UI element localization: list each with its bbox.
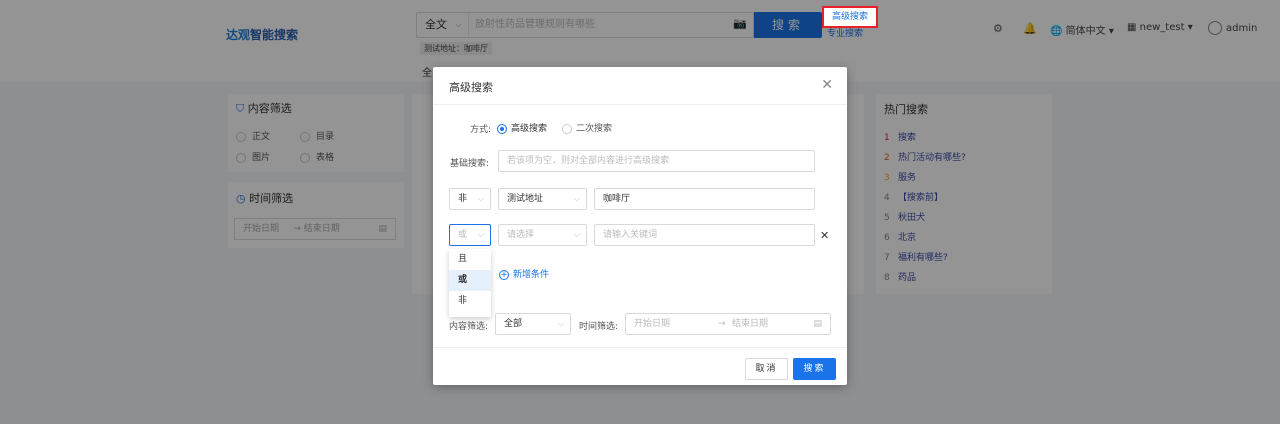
- chevron-down-icon: ⌵: [557, 319, 564, 328]
- row2-field-select[interactable]: 请选择 ⌵: [498, 224, 587, 246]
- row2-value-input[interactable]: 请输入关键词: [594, 224, 815, 246]
- method-option-secondary[interactable]: 二次搜索: [562, 121, 612, 134]
- basic-search-label: 基础搜索:: [450, 159, 490, 169]
- radio-icon: [562, 123, 572, 134]
- advanced-search-link-highlight[interactable]: 高级搜索: [822, 6, 878, 28]
- add-condition-button[interactable]: + 新增条件: [499, 267, 549, 280]
- modal-search-button[interactable]: 搜索: [793, 358, 836, 380]
- close-icon[interactable]: ✕: [821, 77, 833, 93]
- time-filter-label: 时间筛选:: [579, 322, 619, 332]
- row1-field-select[interactable]: 测试地址 ⌵: [498, 188, 587, 210]
- operator-option-or[interactable]: 或: [449, 270, 491, 291]
- basic-search-input[interactable]: 若该项为空，则对全部内容进行高级搜索: [498, 150, 815, 172]
- divider: [433, 104, 847, 105]
- advanced-search-modal: 高级搜索 ✕ 方式: 高级搜索 二次搜索 基础搜索: 若该项为空，则对全部内容进…: [433, 67, 847, 385]
- plus-circle-icon: +: [499, 269, 509, 280]
- row1-value-input[interactable]: 咖啡厅: [594, 188, 815, 210]
- operator-option-and[interactable]: 且: [449, 249, 491, 270]
- content-filter-select[interactable]: 全部 ⌵: [495, 313, 571, 335]
- content-filter-label: 内容筛选:: [449, 322, 489, 332]
- method-option-advanced[interactable]: 高级搜索: [497, 121, 547, 134]
- chevron-down-icon: ⌵: [573, 194, 580, 203]
- radio-selected-icon: [497, 123, 507, 134]
- chevron-down-icon: ⌵: [573, 230, 580, 239]
- row2-operator-select[interactable]: 或 ⌵: [449, 224, 491, 246]
- divider: [433, 347, 847, 348]
- row1-operator-select[interactable]: 非 ⌵: [449, 188, 491, 210]
- modal-title: 高级搜索: [449, 81, 493, 94]
- operator-option-not[interactable]: 非: [449, 291, 491, 312]
- arrow-right-icon: →: [718, 319, 726, 329]
- method-label: 方式:: [470, 125, 492, 135]
- remove-row-icon[interactable]: ✕: [820, 229, 829, 242]
- calendar-icon: ▤: [813, 319, 822, 329]
- chevron-down-icon: ⌵: [477, 194, 484, 203]
- operator-dropdown: 且 或 非: [449, 249, 491, 317]
- chevron-up-icon: ⌵: [477, 230, 484, 239]
- cancel-button[interactable]: 取消: [745, 358, 788, 380]
- modal-date-range[interactable]: 开始日期 → 结束日期 ▤: [625, 313, 831, 335]
